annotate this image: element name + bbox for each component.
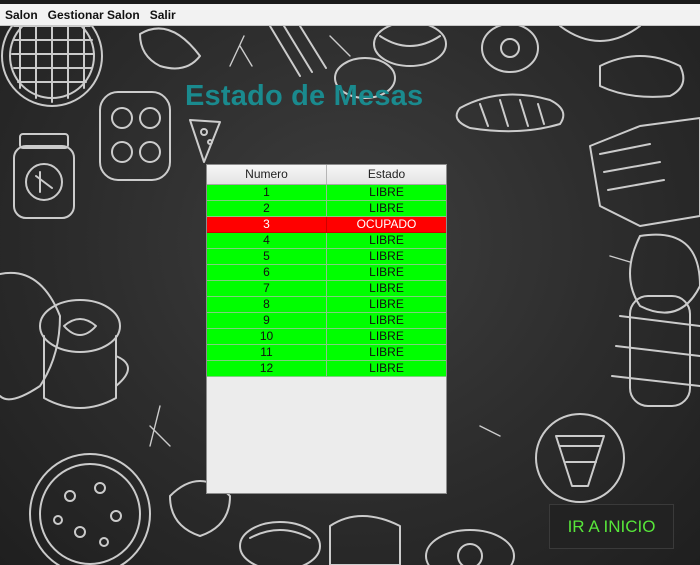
cell-numero[interactable]: 11 (207, 345, 327, 361)
table-row[interactable]: 3 OCUPADO (207, 217, 446, 233)
cell-numero[interactable]: 6 (207, 265, 327, 281)
cell-numero[interactable]: 5 (207, 249, 327, 265)
lattice-pie-doodle (1, 26, 103, 107)
menu-bar: Salon Gestionar Salon Salir (0, 4, 700, 26)
cell-numero[interactable]: 9 (207, 313, 327, 329)
table-row[interactable]: 12 LIBRE (207, 361, 446, 377)
table-row[interactable]: 4 LIBRE (207, 233, 446, 249)
cell-numero[interactable]: 7 (207, 281, 327, 297)
cell-estado[interactable]: LIBRE (327, 297, 446, 313)
table-row[interactable]: 1 LIBRE (207, 185, 446, 201)
table-row[interactable]: 10 LIBRE (207, 329, 446, 345)
chalkboard-background: Estado de Mesas Numero Estado 1 LIBRE 2 LIB… (0, 26, 700, 565)
cell-estado[interactable]: LIBRE (327, 281, 446, 297)
cell-estado[interactable]: LIBRE (327, 329, 446, 345)
right-bread-doodles (559, 26, 700, 407)
cell-estado[interactable]: OCUPADO (327, 217, 446, 233)
mesas-table[interactable]: Numero Estado 1 LIBRE 2 LIBRE 3 OCUPADO 4 LIBRE… (206, 164, 447, 494)
table-row[interactable]: 6 LIBRE (207, 265, 446, 281)
cell-numero[interactable]: 12 (207, 361, 327, 377)
cell-estado[interactable]: LIBRE (327, 185, 446, 201)
sandwich-doodle (535, 413, 625, 503)
bread-doodles (139, 26, 565, 133)
cell-numero[interactable]: 1 (207, 185, 327, 201)
cell-numero[interactable]: 8 (207, 297, 327, 313)
cell-numero[interactable]: 2 (207, 201, 327, 217)
table-row[interactable]: 9 LIBRE (207, 313, 446, 329)
menu-gestionar-salon[interactable]: Gestionar Salon (43, 8, 145, 22)
page-title: Estado de Mesas (185, 80, 424, 112)
menu-salir[interactable]: Salir (145, 8, 181, 22)
table-row[interactable]: 11 LIBRE (207, 345, 446, 361)
table-body: 1 LIBRE 2 LIBRE 3 OCUPADO 4 LIBRE 5 LIBRE 6 LIBRE 7 L… (207, 185, 446, 377)
cell-numero[interactable]: 4 (207, 233, 327, 249)
cell-numero[interactable]: 10 (207, 329, 327, 345)
menu-salon[interactable]: Salon (0, 8, 43, 22)
cell-estado[interactable]: LIBRE (327, 265, 446, 281)
cell-estado[interactable]: LIBRE (327, 313, 446, 329)
table-header: Numero Estado (207, 165, 446, 185)
cell-estado[interactable]: LIBRE (327, 345, 446, 361)
table-row[interactable]: 2 LIBRE (207, 201, 446, 217)
cookie-tray-doodle (99, 91, 171, 181)
table-row[interactable]: 5 LIBRE (207, 249, 446, 265)
jar-doodle (13, 133, 75, 219)
cell-estado[interactable]: LIBRE (327, 201, 446, 217)
table-row[interactable]: 7 LIBRE (207, 281, 446, 297)
cell-estado[interactable]: LIBRE (327, 361, 446, 377)
pizza-doodle (29, 453, 151, 565)
pizza-slice-doodle (189, 119, 221, 163)
coffee-cup-doodle (0, 271, 129, 409)
cell-estado[interactable]: LIBRE (327, 233, 446, 249)
cell-numero[interactable]: 3 (207, 217, 327, 233)
column-header-estado[interactable]: Estado (327, 165, 446, 184)
cell-estado[interactable]: LIBRE (327, 249, 446, 265)
ir-a-inicio-button[interactable]: IR A INICIO (549, 504, 674, 549)
table-row[interactable]: 8 LIBRE (207, 297, 446, 313)
column-header-numero[interactable]: Numero (207, 165, 327, 184)
